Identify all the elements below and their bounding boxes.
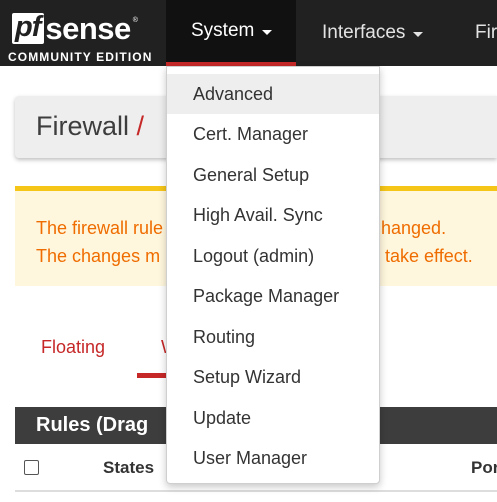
nav-system-label: System bbox=[191, 20, 255, 41]
pfsense-logo[interactable]: pf sense ® COMMUNITY EDITION bbox=[8, 10, 158, 64]
logo-sense: sense bbox=[45, 10, 131, 46]
menu-item-setup-wizard[interactable]: Setup Wizard bbox=[167, 357, 379, 397]
menu-item-advanced[interactable]: Advanced bbox=[167, 74, 379, 114]
menu-item-high-avail-sync[interactable]: High Avail. Sync bbox=[167, 195, 379, 235]
active-tab-indicator bbox=[137, 373, 167, 378]
alert-line1-start: The firewall rule bbox=[36, 218, 164, 238]
alert-line2-start: The changes m bbox=[36, 246, 161, 266]
logo-edition: COMMUNITY EDITION bbox=[8, 50, 153, 64]
chevron-down-icon bbox=[262, 29, 273, 35]
chevron-down-icon bbox=[413, 31, 424, 37]
logo-wordmark: pf sense ® bbox=[12, 10, 138, 46]
menu-item-update[interactable]: Update bbox=[167, 398, 379, 438]
select-all-checkbox[interactable] bbox=[24, 460, 39, 475]
nav-interfaces-label: Interfaces bbox=[322, 22, 406, 43]
top-navbar: pf sense ® COMMUNITY EDITION System Inte… bbox=[0, 0, 497, 66]
nav-interfaces[interactable]: Interfaces bbox=[322, 0, 424, 66]
logo-registered-mark: ® bbox=[132, 16, 138, 24]
column-states[interactable]: States bbox=[103, 458, 154, 478]
menu-item-general-setup[interactable]: General Setup bbox=[167, 155, 379, 195]
menu-item-logout[interactable]: Logout (admin) bbox=[167, 236, 379, 276]
alert-line1-end: hanged. bbox=[381, 218, 447, 238]
page-title: Firewall / bbox=[36, 111, 144, 142]
nav-firewall[interactable]: Fir bbox=[475, 0, 497, 66]
menu-item-cert-manager[interactable]: Cert. Manager bbox=[167, 114, 379, 154]
nav-firewall-label: Fir bbox=[475, 22, 497, 43]
breadcrumb-firewall[interactable]: Firewall bbox=[36, 111, 129, 141]
column-port[interactable]: Por bbox=[471, 458, 497, 478]
tab-floating[interactable]: Floating bbox=[41, 337, 105, 358]
alert-line2-end: take effect. bbox=[385, 246, 473, 266]
nav-system[interactable]: System bbox=[166, 0, 296, 66]
breadcrumb-separator: / bbox=[136, 111, 145, 141]
system-dropdown-menu: Advanced Cert. Manager General Setup Hig… bbox=[166, 66, 380, 484]
menu-item-routing[interactable]: Routing bbox=[167, 317, 379, 357]
menu-item-user-manager[interactable]: User Manager bbox=[167, 438, 379, 478]
menu-item-package-manager[interactable]: Package Manager bbox=[167, 276, 379, 316]
rules-panel-title: Rules (Drag bbox=[36, 414, 149, 436]
logo-pf: pf bbox=[12, 12, 45, 44]
